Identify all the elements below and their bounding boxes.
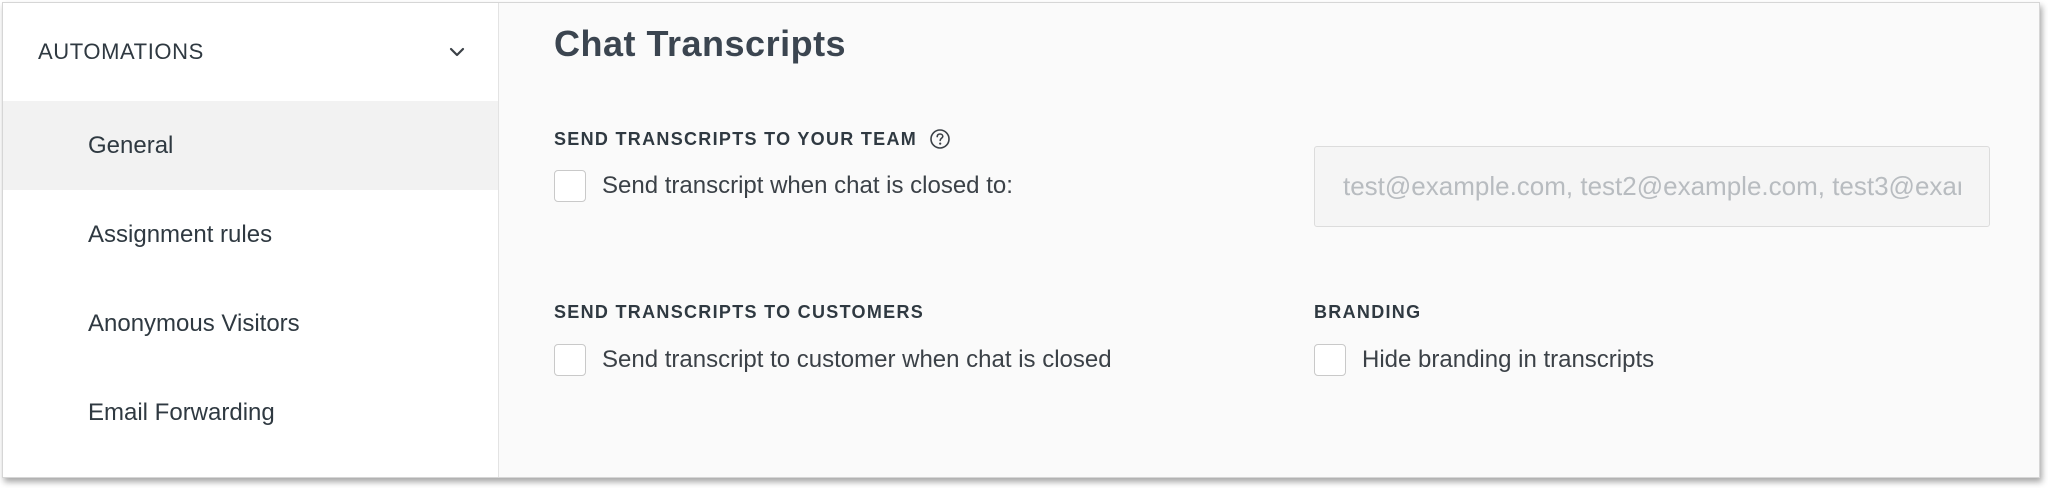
sidebar-section-label: AUTOMATIONS (38, 39, 204, 64)
team-transcript-option: Send transcript when chat is closed to: (554, 170, 1013, 202)
team-section-label: SEND TRANSCRIPTS TO YOUR TEAM (554, 128, 918, 149)
hide-branding-checkbox-label: Hide branding in transcripts (1362, 346, 1655, 373)
sidebar-item-label: General (88, 131, 174, 159)
sidebar-item-assignment-rules[interactable]: Assignment rules (3, 190, 498, 279)
sidebar-item-general[interactable]: General (3, 101, 498, 190)
sidebar: AUTOMATIONS General Assignment rules Ano… (3, 3, 499, 477)
team-section-heading: SEND TRANSCRIPTS TO YOUR TEAM (554, 128, 951, 150)
customers-section-heading: SEND TRANSCRIPTS TO CUSTOMERS (554, 302, 924, 323)
customer-transcript-option: Send transcript to customer when chat is… (554, 344, 1112, 376)
main-content: Chat Transcripts SEND TRANSCRIPTS TO YOU… (499, 3, 2039, 477)
sidebar-item-label: Anonymous Visitors (88, 309, 300, 337)
branding-section-label: BRANDING (1314, 302, 1422, 322)
sidebar-item-label: Email Forwarding (88, 398, 275, 426)
chevron-down-icon[interactable] (448, 43, 466, 61)
branding-option: Hide branding in transcripts (1314, 344, 1654, 376)
customer-transcript-checkbox-label: Send transcript to customer when chat is… (602, 346, 1112, 373)
customer-transcript-checkbox[interactable] (554, 344, 586, 376)
sidebar-item-anonymous-visitors[interactable]: Anonymous Visitors (3, 279, 498, 368)
customers-section-label: SEND TRANSCRIPTS TO CUSTOMERS (554, 302, 925, 322)
page-title: Chat Transcripts (554, 23, 847, 64)
branding-section-heading: BRANDING (1314, 302, 1421, 323)
sidebar-section-automations[interactable]: AUTOMATIONS (3, 3, 498, 101)
sidebar-item-label: Assignment rules (88, 220, 273, 248)
settings-window: AUTOMATIONS General Assignment rules Ano… (2, 2, 2040, 478)
help-circle-icon[interactable] (929, 128, 951, 150)
team-email-input[interactable] (1314, 146, 1990, 227)
team-transcript-checkbox-label: Send transcript when chat is closed to: (602, 172, 1013, 199)
hide-branding-checkbox[interactable] (1314, 344, 1346, 376)
sidebar-item-email-forwarding[interactable]: Email Forwarding (3, 368, 498, 457)
team-transcript-checkbox[interactable] (554, 170, 586, 202)
